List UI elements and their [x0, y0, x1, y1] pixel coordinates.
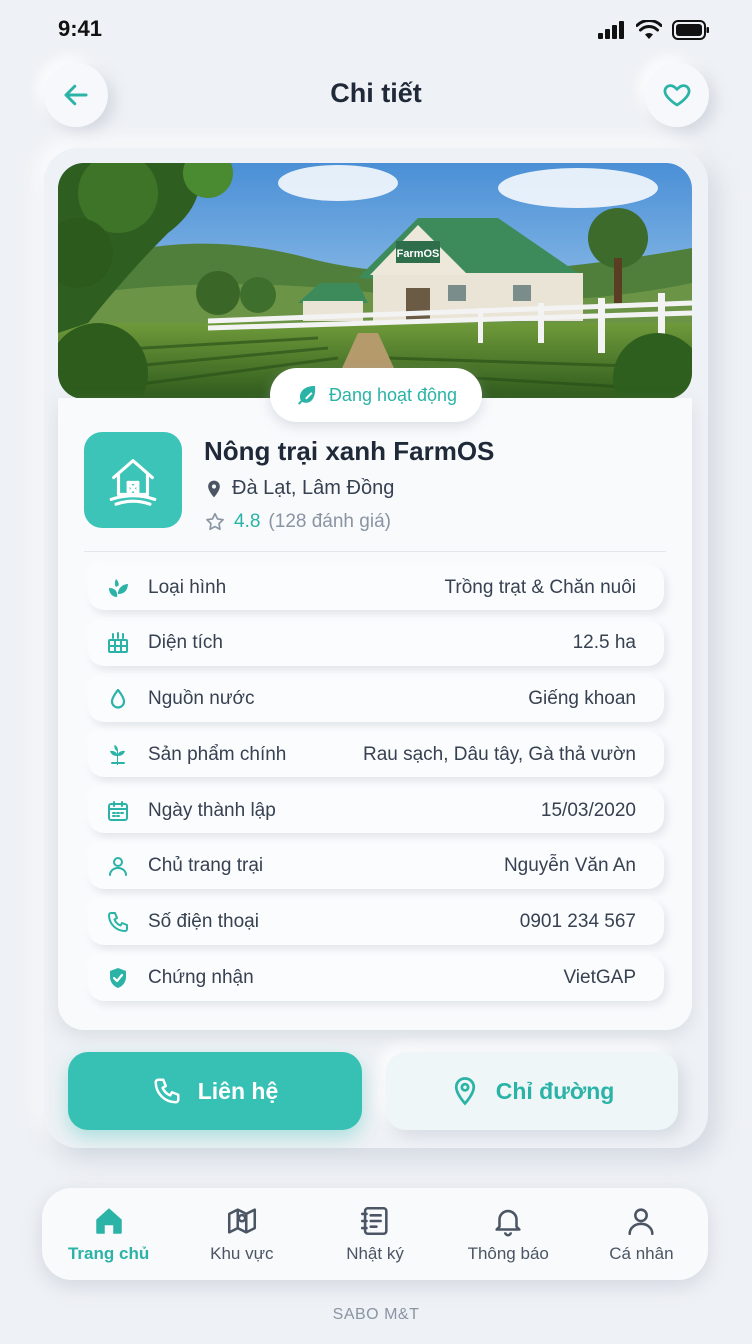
home-icon: [95, 1208, 122, 1234]
farm-name: Nông trại xanh FarmOS: [204, 436, 495, 466]
detail-label: Sản phẩm chính: [148, 743, 287, 765]
status-bar: 9:41: [0, 0, 752, 60]
nav-item-area[interactable]: Khu vực: [175, 1188, 308, 1280]
detail-list: Loại hình Trồng trạt & Chăn nuôi Diện tí…: [88, 565, 664, 1011]
farm-rating: 4.8 (128 đánh giá): [204, 511, 391, 533]
nav-label: Cá nhân: [609, 1244, 674, 1263]
water-drop-icon: [104, 685, 132, 713]
barn-icon: [109, 459, 157, 506]
detail-value: Trồng trạt & Chăn nuôi: [444, 576, 636, 598]
profile-icon: [628, 1208, 655, 1236]
detail-label: Chủ trang trại: [148, 855, 264, 877]
location-pin-icon: [208, 480, 220, 497]
detail-value: 0901 234 567: [519, 911, 636, 933]
nav-label: Khu vực: [210, 1244, 274, 1263]
footer-brand: SABO M&T: [332, 1306, 420, 1323]
nav-item-journal[interactable]: Nhật ký: [308, 1188, 441, 1280]
detail-row-phone[interactable]: Số điện thoại 0901 234 567: [88, 899, 664, 945]
signal-icon: [598, 21, 624, 39]
detail-value: 12.5 ha: [572, 632, 636, 654]
detail-label: Số điện thoại: [148, 911, 259, 933]
detail-row-owner: Chủ trang trại Nguyễn Văn An: [88, 843, 664, 889]
phone-icon: [154, 1078, 180, 1104]
directions-label: Chỉ đường: [495, 1077, 615, 1104]
divider: [84, 551, 666, 552]
sprout-icon: [104, 741, 132, 769]
detail-value: Nguyễn Văn An: [503, 855, 636, 877]
directions-button[interactable]: Chỉ đường: [386, 1052, 678, 1130]
detail-row-type: Loại hình Trồng trạt & Chăn nuôi: [88, 565, 664, 610]
nav-item-profile[interactable]: Cá nhân: [575, 1188, 708, 1280]
map-icon: [227, 1208, 256, 1234]
battery-icon: [672, 20, 709, 40]
contact-button[interactable]: Liên hệ: [68, 1052, 362, 1130]
nav-item-notifications[interactable]: Thông báo: [442, 1188, 575, 1280]
status-text: Đang hoạt động: [328, 384, 458, 405]
status-icons: [598, 20, 710, 40]
area-icon: [104, 629, 132, 657]
detail-value: Rau sạch, Dâu tây, Gà thả vườn: [362, 743, 636, 765]
shield-check-icon: [104, 964, 132, 992]
detail-value: VietGAP: [563, 967, 636, 989]
nav-label: Trang chủ: [67, 1244, 150, 1263]
bell-icon: [495, 1209, 521, 1237]
farm-photo: FarmOS: [58, 163, 692, 399]
detail-label: Diện tích: [148, 632, 223, 654]
bottom-nav: Trang chủ Khu vực Nhật ký Thông báo Cá n…: [42, 1188, 708, 1280]
detail-row-area: Diện tích 12.5 ha: [88, 620, 664, 666]
status-badge: Đang hoạt động: [270, 368, 482, 422]
page-title: Chi tiết: [330, 78, 422, 108]
leaf-icon: [104, 574, 132, 602]
star-icon: [206, 512, 224, 531]
heart-icon: [663, 84, 691, 107]
detail-label: Nguồn nước: [148, 688, 255, 710]
favorite-button[interactable]: [645, 63, 709, 127]
wifi-icon: [636, 20, 662, 39]
status-time: 9:41: [58, 16, 103, 41]
location-text: Đà Lạt, Lâm Đồng: [232, 477, 395, 499]
detail-row-water: Nguồn nước Giếng khoan: [88, 676, 664, 722]
detail-value: 15/03/2020: [540, 799, 636, 821]
location-pin-icon: [454, 1077, 475, 1106]
detail-value: Giếng khoan: [528, 688, 636, 710]
contact-label: Liên hệ: [197, 1077, 279, 1104]
rating-count: (128 đánh giá): [268, 511, 391, 532]
detail-row-certification: Chứng nhận VietGAP: [88, 955, 664, 1001]
calendar-icon: [104, 797, 132, 825]
detail-row-founded: Ngày thành lập 15/03/2020: [88, 788, 664, 834]
barn-signboard: FarmOS: [397, 248, 440, 260]
nav-label: Thông báo: [467, 1244, 549, 1263]
detail-label: Ngày thành lập: [148, 799, 276, 821]
user-icon: [104, 852, 132, 880]
detail-label: Loại hình: [148, 576, 227, 598]
rating-value: 4.8: [234, 511, 261, 532]
farm-location: Đà Lạt, Lâm Đồng: [204, 477, 394, 500]
leaf-icon: [297, 386, 316, 405]
phone-icon: [104, 908, 132, 936]
farm-logo: [84, 432, 182, 528]
detail-row-products: Sản phẩm chính Rau sạch, Dâu tây, Gà thả…: [88, 732, 664, 778]
detail-label: Chứng nhận: [148, 967, 254, 989]
nav-item-home[interactable]: Trang chủ: [42, 1188, 175, 1280]
nav-label: Nhật ký: [346, 1244, 404, 1263]
journal-icon: [360, 1206, 388, 1236]
